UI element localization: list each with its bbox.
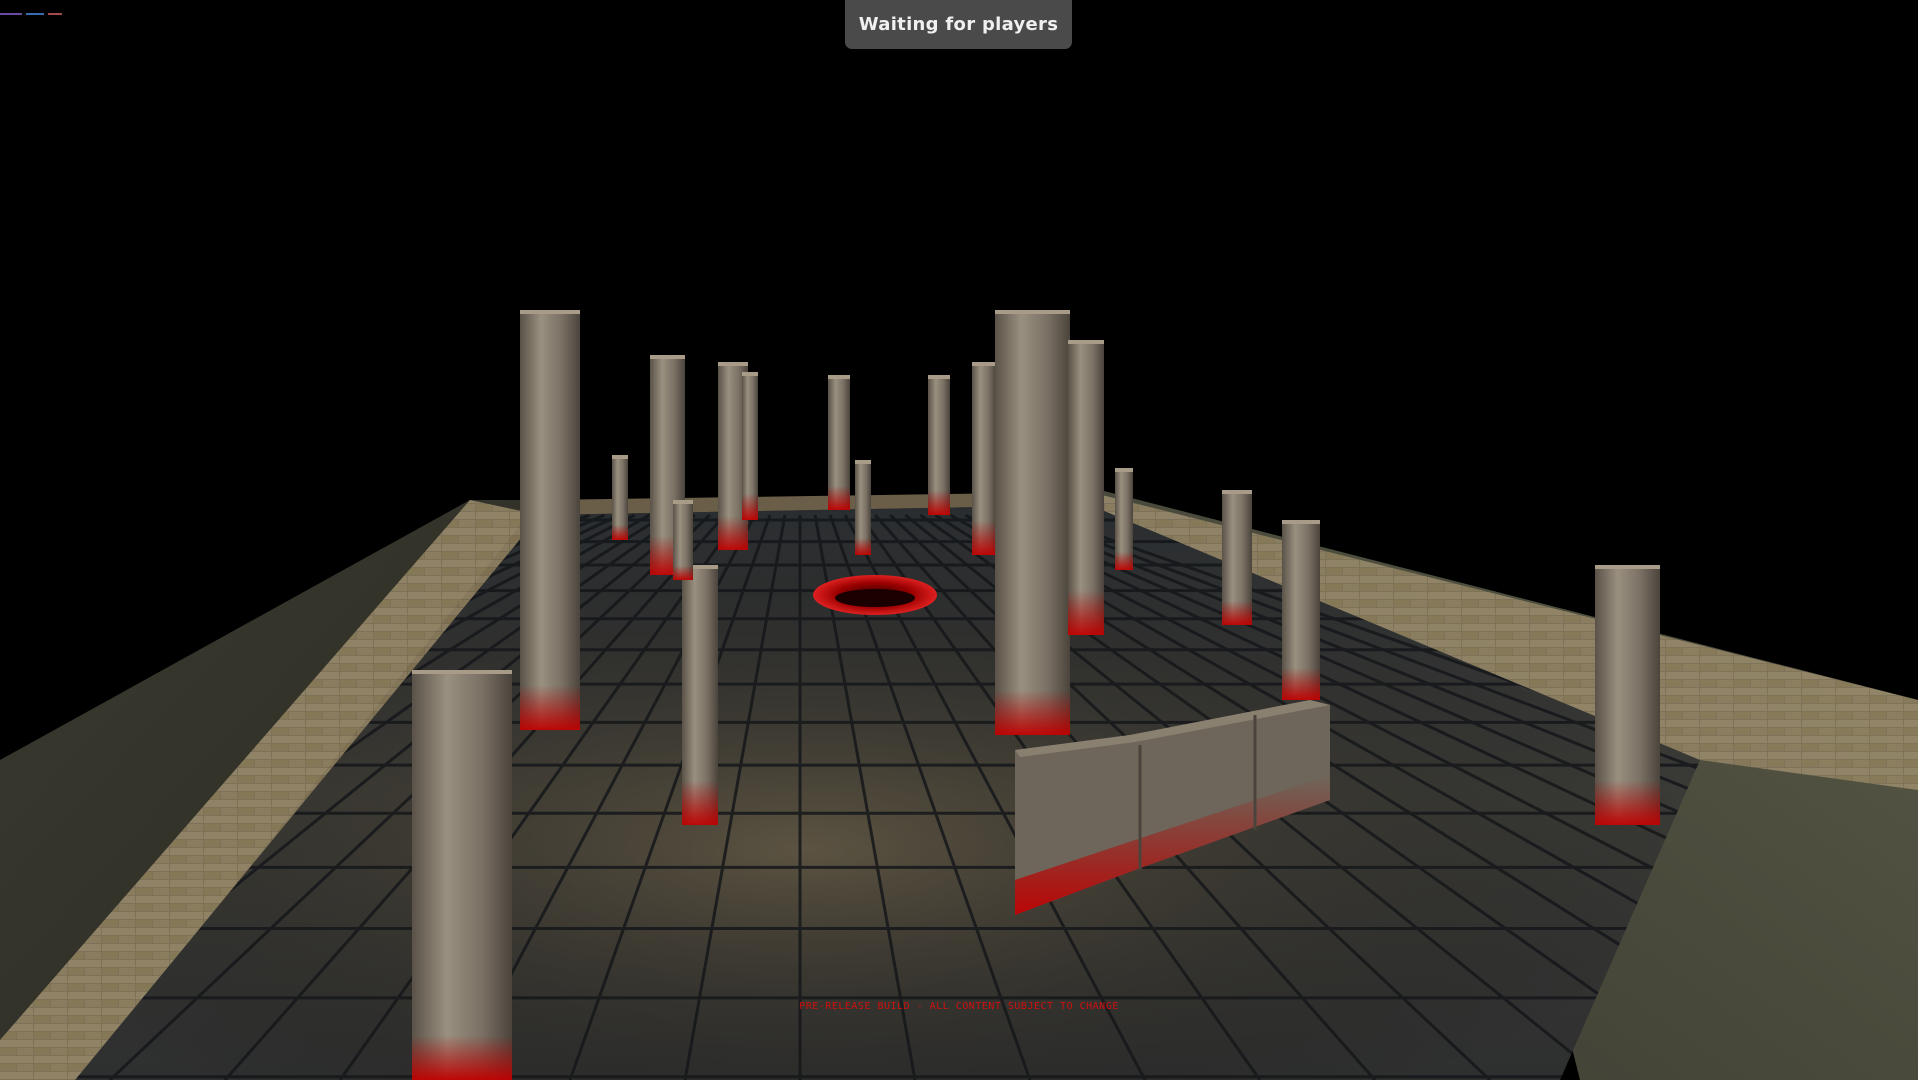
stone-pillar [1595,565,1660,825]
status-text: Waiting for players [858,14,1059,35]
stone-pillar [972,362,996,555]
stone-pillar [682,565,718,825]
build-notice: PRE-RELEASE BUILD - ALL CONTENT SUBJECT … [799,1001,1119,1012]
stone-pillar [1068,340,1104,635]
stone-pillar [520,310,580,730]
stone-pillar [995,310,1070,735]
stone-pillar [828,375,850,510]
stone-pillar [1282,520,1320,700]
stone-pillar [928,375,950,515]
stone-pillar [1222,490,1252,625]
stone-pillar [412,670,512,1080]
stone-pillar [1115,468,1133,570]
stone-pillar [855,460,871,555]
stone-pillar [673,500,693,580]
stone-pillar [612,455,628,540]
corner-indicator-strip [0,0,160,15]
stone-pillar [742,372,758,520]
arena-scene [0,0,1918,1080]
status-banner: Waiting for players [845,0,1072,49]
